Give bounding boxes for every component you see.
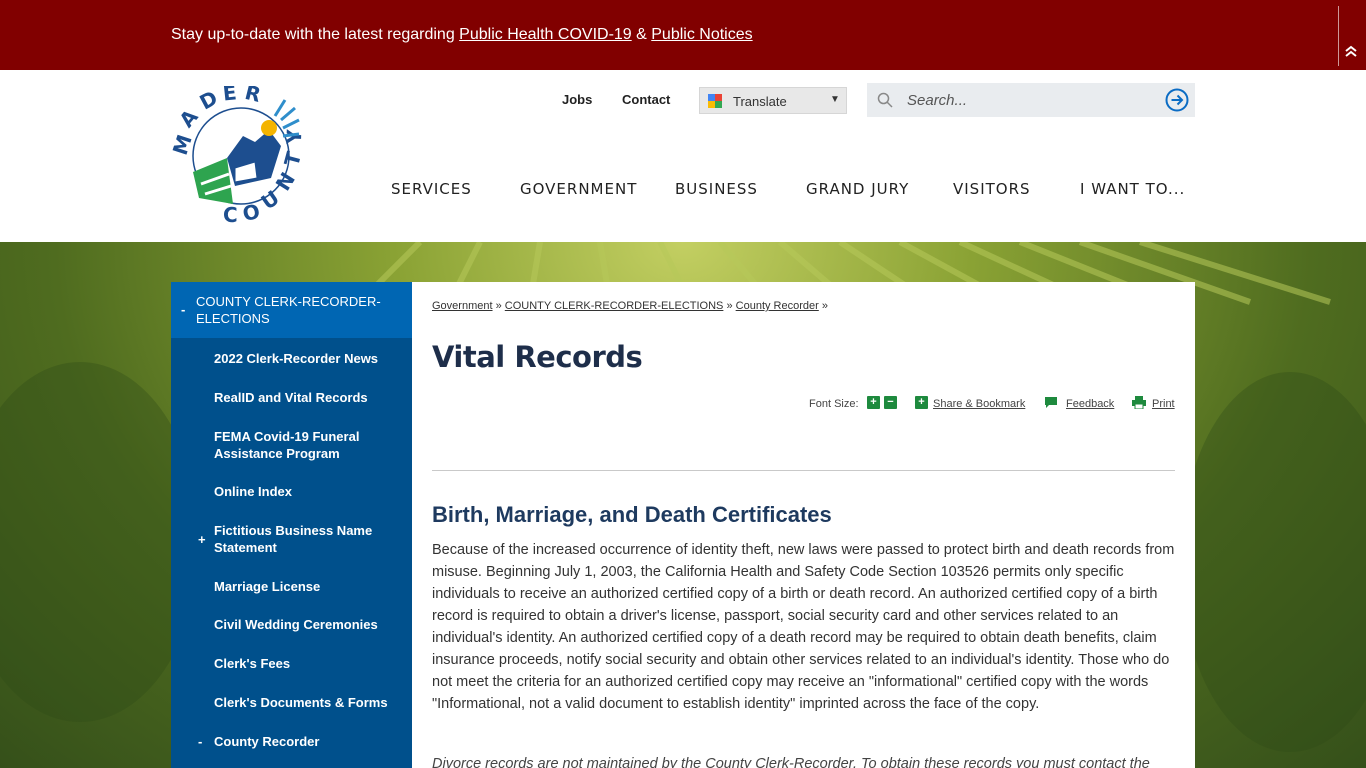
alert-text: Stay up-to-date with the latest regardin… bbox=[171, 24, 753, 46]
site-header: M A D E R C O U N T Y Jobs Contact Trans… bbox=[0, 70, 1366, 242]
breadcrumb-separator: » bbox=[726, 300, 733, 312]
sidebar-item-label: Clerk's Documents & Forms bbox=[214, 695, 388, 710]
sidebar-item-realid-vital-records[interactable]: RealID and Vital Records bbox=[171, 389, 412, 409]
contact-link[interactable]: Contact bbox=[622, 92, 670, 107]
sidebar-item-clerk-recorder-news[interactable]: 2022 Clerk-Recorder News bbox=[171, 350, 412, 370]
collapse-toggle[interactable]: - bbox=[181, 302, 185, 317]
section-title: Birth, Marriage, and Death Certificates bbox=[432, 502, 832, 527]
nav-i-want-to[interactable]: I WANT TO... bbox=[1080, 180, 1185, 198]
sidebar-item-county-recorder[interactable]: - County Recorder bbox=[171, 733, 412, 753]
translate-label: Translate bbox=[733, 94, 787, 109]
svg-text:A: A bbox=[174, 104, 203, 132]
font-size-label: Font Size: bbox=[809, 398, 859, 410]
search-submit-icon[interactable] bbox=[1165, 88, 1189, 112]
feedback-icon bbox=[1044, 396, 1057, 409]
sidebar-item-clerks-documents-forms[interactable]: Clerk's Documents & Forms bbox=[171, 694, 412, 714]
public-notices-link[interactable]: Public Notices bbox=[651, 26, 752, 43]
sidebar-item-clerks-fees[interactable]: Clerk's Fees bbox=[171, 655, 412, 675]
sidebar-item-label: RealID and Vital Records bbox=[214, 390, 368, 405]
alert-banner: Stay up-to-date with the latest regardin… bbox=[0, 0, 1366, 70]
search-icon bbox=[877, 92, 893, 108]
breadcrumb: Government » COUNTY CLERK-RECORDER-ELECT… bbox=[432, 300, 828, 312]
expand-toggle[interactable]: + bbox=[198, 531, 206, 548]
sidebar-item-label: Online Index bbox=[214, 484, 293, 499]
share-bookmark-label: Share & Bookmark bbox=[933, 398, 1026, 410]
translate-dropdown[interactable]: Translate ▼ bbox=[699, 87, 847, 114]
share-bookmark-link[interactable]: Share & Bookmark bbox=[933, 398, 1025, 410]
sidebar-item-label: 2022 Clerk-Recorder News bbox=[214, 351, 379, 366]
sidebar-heading[interactable]: - COUNTY CLERK-RECORDER-ELECTIONS bbox=[171, 282, 412, 338]
breadcrumb-separator: » bbox=[495, 300, 502, 312]
feedback-label: Feedback bbox=[1066, 398, 1115, 410]
sidebar-item-online-index[interactable]: Online Index bbox=[171, 483, 412, 503]
madera-county-logo[interactable]: M A D E R C O U N T Y bbox=[168, 80, 311, 227]
share-icon: + bbox=[915, 396, 928, 409]
feedback-link[interactable]: Feedback bbox=[1066, 398, 1114, 410]
sidebar-item-marriage-license[interactable]: Marriage License bbox=[171, 578, 412, 598]
main-content: Government » COUNTY CLERK-RECORDER-ELECT… bbox=[412, 282, 1195, 768]
search-box bbox=[867, 83, 1195, 117]
nav-services[interactable]: SERVICES bbox=[391, 180, 472, 198]
svg-text:E: E bbox=[222, 86, 238, 106]
sidebar-item-label: County Recorder bbox=[214, 734, 320, 749]
sidebar-nav: - COUNTY CLERK-RECORDER-ELECTIONS 2022 C… bbox=[171, 282, 412, 768]
sidebar-item-label: FEMA Covid-19 Funeral Assistance Program bbox=[214, 429, 360, 461]
collapse-toggle[interactable]: - bbox=[198, 733, 202, 750]
alert-separator: & bbox=[631, 26, 652, 43]
google-translate-icon bbox=[708, 94, 722, 108]
print-link[interactable]: Print bbox=[1152, 398, 1175, 410]
divider bbox=[432, 470, 1175, 471]
double-chevron-up-icon[interactable] bbox=[1343, 44, 1359, 60]
caret-down-icon: ▼ bbox=[830, 94, 840, 105]
covid-link[interactable]: Public Health COVID-19 bbox=[459, 26, 632, 43]
search-input[interactable] bbox=[907, 83, 1157, 117]
alert-prefix: Stay up-to-date with the latest regardin… bbox=[171, 26, 460, 43]
breadcrumb-separator: » bbox=[821, 300, 828, 312]
sidebar-item-label: Clerk's Fees bbox=[214, 656, 291, 671]
sidebar-heading-label: COUNTY CLERK-RECORDER-ELECTIONS bbox=[196, 294, 381, 326]
sidebar-item-fictitious-business-name[interactable]: + Fictitious Business Name Statement bbox=[171, 522, 412, 558]
sidebar-item-label: Marriage License bbox=[214, 579, 321, 594]
nav-government[interactable]: GOVERNMENT bbox=[520, 180, 637, 198]
print-label: Print bbox=[1152, 398, 1175, 410]
font-increase-icon[interactable]: + bbox=[867, 396, 880, 409]
sidebar-item-label: Civil Wedding Ceremonies bbox=[214, 617, 378, 632]
nav-grand-jury[interactable]: GRAND JURY bbox=[806, 180, 909, 198]
nav-business[interactable]: BUSINESS bbox=[675, 180, 758, 198]
vital-records-paragraph: Because of the increased occurrence of i… bbox=[432, 542, 1175, 712]
page-title: Vital Records bbox=[432, 340, 643, 374]
font-decrease-icon[interactable]: − bbox=[884, 396, 897, 409]
sidebar-item-civil-wedding-ceremonies[interactable]: Civil Wedding Ceremonies bbox=[171, 616, 412, 636]
alert-divider bbox=[1338, 6, 1339, 66]
sidebar-item-label: Fictitious Business Name Statement bbox=[214, 523, 373, 555]
jobs-link[interactable]: Jobs bbox=[562, 92, 592, 107]
svg-text:O: O bbox=[240, 199, 262, 226]
svg-text:R: R bbox=[243, 86, 264, 107]
breadcrumb-county-recorder[interactable]: County Recorder bbox=[736, 300, 819, 312]
divorce-records-paragraph: Divorce records are not maintained by th… bbox=[432, 756, 1150, 768]
sidebar-item-fema-funeral-assistance[interactable]: FEMA Covid-19 Funeral Assistance Program bbox=[171, 428, 412, 464]
nav-visitors[interactable]: VISITORS bbox=[953, 180, 1031, 198]
print-icon bbox=[1132, 396, 1146, 410]
breadcrumb-clerk-recorder-elections[interactable]: COUNTY CLERK-RECORDER-ELECTIONS bbox=[505, 300, 724, 312]
breadcrumb-government[interactable]: Government bbox=[432, 300, 493, 312]
svg-text:C: C bbox=[223, 203, 238, 226]
svg-text:D: D bbox=[196, 86, 222, 115]
